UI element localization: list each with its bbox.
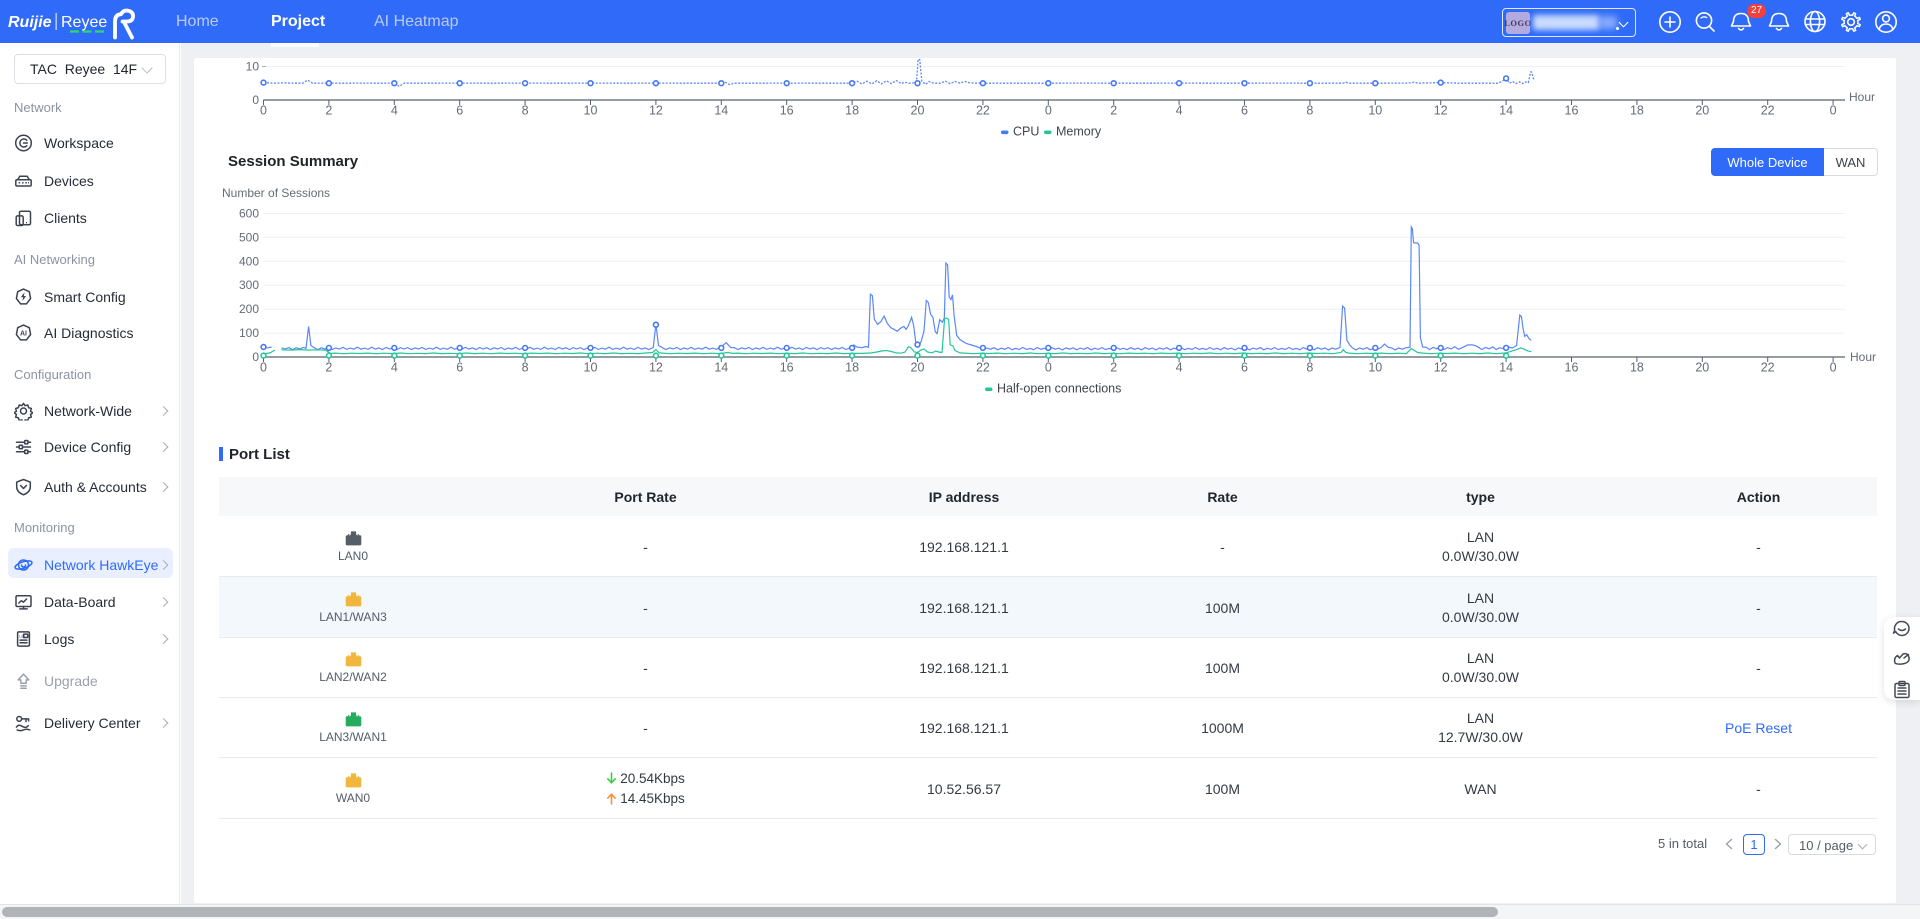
svg-text:10: 10 (1368, 104, 1382, 118)
svg-text:8: 8 (1306, 361, 1313, 375)
svg-text:16: 16 (780, 104, 794, 118)
svg-text:8: 8 (1306, 104, 1313, 118)
svg-text:6: 6 (456, 361, 463, 375)
svg-text:16: 16 (1565, 361, 1579, 375)
svg-text:14: 14 (714, 361, 728, 375)
svg-text:600: 600 (239, 207, 259, 221)
svg-text:4: 4 (391, 361, 398, 375)
svg-text:6: 6 (1241, 104, 1248, 118)
svg-text:Memory: Memory (1056, 125, 1102, 139)
svg-text:22: 22 (976, 361, 990, 375)
svg-text:20: 20 (911, 361, 925, 375)
svg-text:Ruijie: Ruijie (8, 14, 52, 31)
svg-text:Log: Log (19, 634, 25, 638)
svg-text:2: 2 (325, 361, 332, 375)
svg-text:18: 18 (1630, 104, 1644, 118)
svg-text:2: 2 (1110, 104, 1117, 118)
svg-text:14: 14 (1499, 104, 1513, 118)
svg-text:Reyee: Reyee (61, 14, 107, 31)
svg-text:10: 10 (584, 104, 598, 118)
svg-text:18: 18 (845, 104, 859, 118)
svg-text:12: 12 (1434, 104, 1448, 118)
svg-text:12: 12 (649, 361, 663, 375)
svg-text:Hour: Hour (1849, 90, 1875, 104)
svg-text:0: 0 (252, 350, 259, 364)
svg-text:0: 0 (260, 104, 267, 118)
svg-text:6: 6 (456, 104, 463, 118)
svg-text:200: 200 (239, 302, 259, 316)
svg-text:10: 10 (584, 361, 598, 375)
svg-text:0: 0 (1045, 361, 1052, 375)
svg-text:500: 500 (239, 230, 259, 244)
svg-text:6: 6 (1241, 361, 1248, 375)
svg-text:18: 18 (1630, 361, 1644, 375)
svg-text:12: 12 (649, 104, 663, 118)
svg-text:22: 22 (976, 104, 990, 118)
svg-text:Half-open connections: Half-open connections (997, 382, 1121, 396)
svg-text:22: 22 (1761, 104, 1775, 118)
svg-text:20: 20 (911, 104, 925, 118)
svg-text:Number of Sessions: Number of Sessions (222, 186, 330, 200)
svg-text:100: 100 (239, 326, 259, 340)
svg-text:14: 14 (1499, 361, 1513, 375)
svg-text:Hour: Hour (1850, 350, 1876, 364)
svg-text:8: 8 (522, 361, 529, 375)
svg-text:0: 0 (1830, 361, 1837, 375)
svg-text:0: 0 (252, 93, 259, 107)
svg-text:20: 20 (1695, 104, 1709, 118)
svg-text:18: 18 (845, 361, 859, 375)
svg-text:4: 4 (391, 104, 398, 118)
svg-text:4: 4 (1176, 361, 1183, 375)
svg-text:12: 12 (1434, 361, 1448, 375)
svg-text:AI: AI (20, 330, 27, 337)
svg-text:2: 2 (1110, 361, 1117, 375)
svg-text:0: 0 (260, 361, 267, 375)
svg-text:14: 14 (714, 104, 728, 118)
svg-text:20: 20 (1695, 361, 1709, 375)
svg-text:400: 400 (239, 254, 259, 268)
svg-text:0: 0 (1045, 104, 1052, 118)
svg-text:16: 16 (1565, 104, 1579, 118)
svg-text:22: 22 (1761, 361, 1775, 375)
svg-text:10: 10 (246, 60, 260, 74)
svg-text:300: 300 (239, 278, 259, 292)
svg-text:16: 16 (780, 361, 794, 375)
svg-text:8: 8 (522, 104, 529, 118)
svg-text:2: 2 (325, 104, 332, 118)
svg-text:CPU: CPU (1013, 125, 1039, 139)
svg-text:10: 10 (1368, 361, 1382, 375)
svg-text:4: 4 (1176, 104, 1183, 118)
svg-text:0: 0 (1830, 104, 1837, 118)
